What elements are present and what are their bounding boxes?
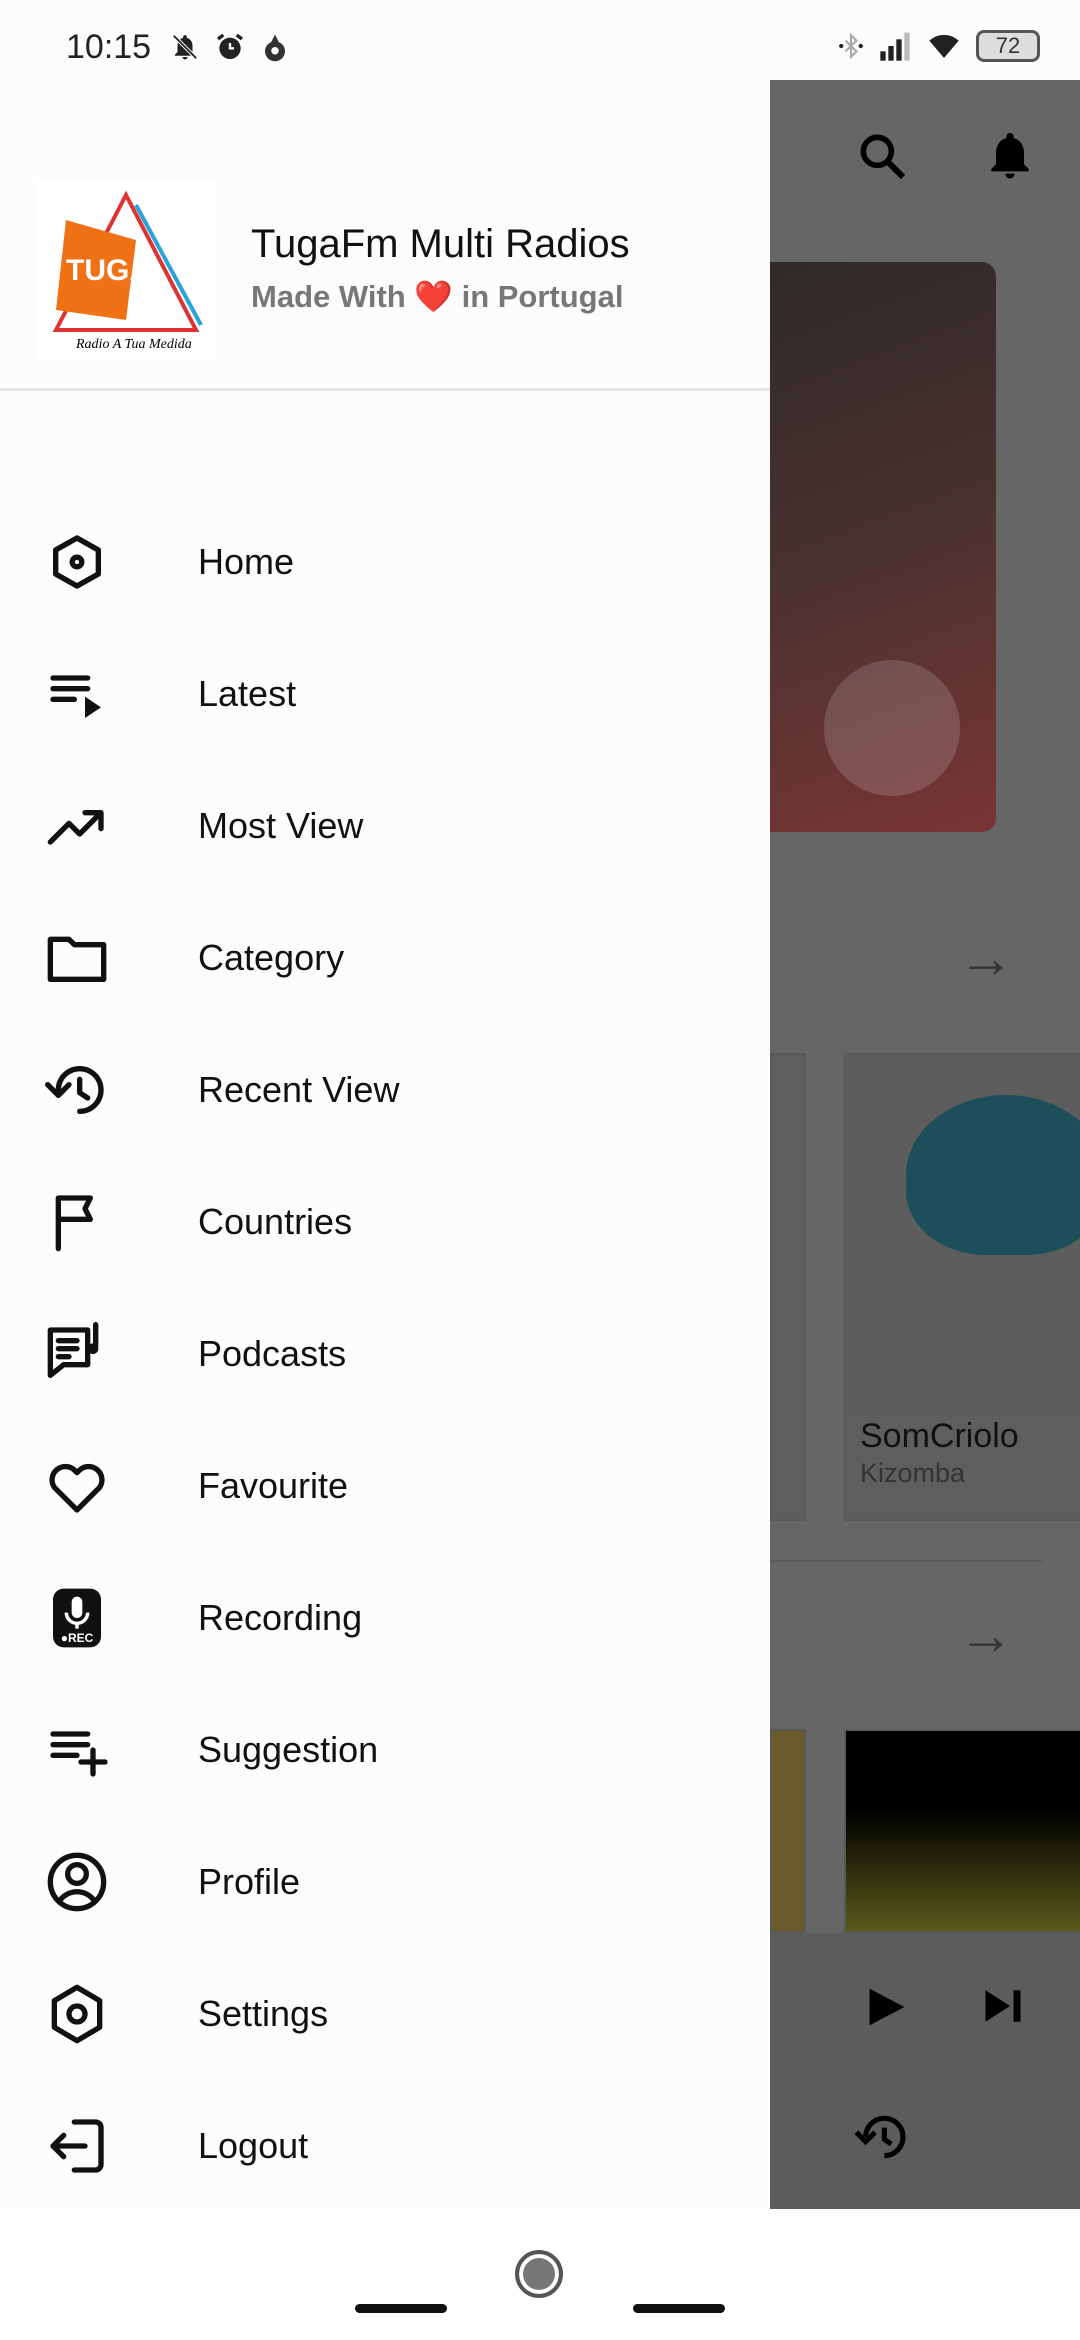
- drawer-item-label: Favourite: [198, 1465, 349, 1506]
- svg-text:●REC: ●REC: [61, 1631, 94, 1645]
- navigation-drawer: TUGA Radio A Tua Medida TugaFm Multi Radi…: [0, 80, 770, 2209]
- drawer-item-settings[interactable]: Settings: [0, 1948, 770, 2080]
- arrow-right-icon: →: [958, 1603, 1014, 1666]
- drawer-item-latest[interactable]: Latest: [0, 628, 770, 760]
- station-title: SomCriolo: [860, 1417, 1019, 1455]
- status-bar: 10:15 72: [0, 0, 1080, 80]
- heart-icon: [49, 1463, 105, 1513]
- heart-emoji: ❤️: [414, 279, 453, 314]
- app-notification-icon: [265, 34, 285, 62]
- drawer-item-logout[interactable]: Logout: [0, 2080, 770, 2212]
- arrow-right-icon: →: [958, 926, 1014, 989]
- drawer-item-label: Countries: [198, 1201, 353, 1242]
- skip-next-icon: [985, 1990, 1021, 2022]
- app-title: TugaFm Multi Radios: [251, 222, 630, 266]
- drawer-item-label: Latest: [198, 673, 297, 714]
- signal-icon: [880, 32, 910, 61]
- drawer-item-podcasts[interactable]: Podcasts: [0, 1288, 770, 1420]
- svg-text:TUGA: TUGA: [66, 254, 151, 287]
- station-genre: Kizomba: [860, 1458, 966, 1488]
- drawer-item-most-view[interactable]: Most View: [0, 760, 770, 892]
- search-icon: [860, 134, 906, 180]
- nav-home-button[interactable]: [515, 2250, 563, 2298]
- drawer-item-label: Recent View: [198, 1069, 400, 1110]
- playlist-add-icon: [50, 1731, 108, 1777]
- folder-icon: [47, 936, 107, 982]
- drawer-item-category[interactable]: Category: [0, 892, 770, 1024]
- flag-icon: [55, 1195, 93, 1252]
- drawer-item-recent-view[interactable]: Recent View: [0, 1024, 770, 1156]
- bluetooth-icon: [839, 32, 863, 60]
- drawer-item-profile[interactable]: Profile: [0, 1816, 770, 1948]
- drawer-item-home[interactable]: Home: [0, 496, 770, 628]
- home-icon: [53, 535, 101, 589]
- station-card: SomCriolo Kizomba: [844, 1053, 1080, 1521]
- station-card: [770, 1729, 806, 1933]
- subtitle-text: Made With: [251, 279, 406, 314]
- playlist-icon: [50, 675, 101, 718]
- drawer-item-label: Category: [198, 937, 345, 978]
- drawer-item-label: Home: [198, 541, 295, 582]
- profile-icon: [47, 1852, 107, 1912]
- recording-icon: ●REC: [53, 1588, 101, 1648]
- station-card: [844, 1729, 1080, 1933]
- logout-icon: [50, 2119, 104, 2173]
- history-icon: [45, 1066, 104, 1114]
- subtitle-text: in Portugal: [461, 279, 624, 314]
- status-time: 10:15: [66, 28, 152, 66]
- nav-back-pill[interactable]: [355, 2304, 447, 2313]
- app-subtitle: Made With ❤️ in Portugal: [251, 278, 623, 315]
- drawer-item-recording[interactable]: ●REC Recording: [0, 1552, 770, 1684]
- drawer-item-label: Podcasts: [198, 1333, 347, 1374]
- app-logo: TUGA Radio A Tua Medida: [36, 180, 216, 360]
- drawer-item-favourite[interactable]: Favourite: [0, 1420, 770, 1552]
- drawer-item-label: Logout: [198, 2125, 309, 2166]
- trending-up-icon: [47, 810, 104, 845]
- drawer-item-countries[interactable]: Countries: [0, 1156, 770, 1288]
- station-card: [770, 1053, 806, 1521]
- drawer-item-label: Profile: [198, 1861, 301, 1902]
- drawer-header: TUGA Radio A Tua Medida TugaFm Multi Radi…: [0, 80, 770, 391]
- play-icon: [869, 1988, 905, 2026]
- svg-text:Radio A Tua Medida: Radio A Tua Medida: [75, 337, 192, 352]
- battery-indicator: 72: [976, 30, 1040, 62]
- notifications-off-icon: [172, 34, 198, 60]
- alarm-icon: [217, 33, 243, 59]
- divider: [770, 1560, 1042, 1562]
- library-music-button: [824, 660, 960, 796]
- drawer-item-label: Suggestion: [198, 1729, 379, 1770]
- notifications-icon: [991, 132, 1029, 179]
- history-icon: [854, 2115, 906, 2159]
- drawer-item-label: Recording: [198, 1597, 363, 1638]
- nav-recents-pill[interactable]: [633, 2304, 725, 2313]
- drawer-item-label: Most View: [198, 805, 364, 846]
- podcast-icon: [47, 1322, 99, 1378]
- wifi-icon: [929, 34, 959, 58]
- mini-player: [770, 1933, 1080, 2209]
- settings-icon: [51, 1984, 103, 2044]
- drawer-item-suggestion[interactable]: Suggestion: [0, 1684, 770, 1816]
- drawer-item-label: Settings: [198, 1993, 329, 2034]
